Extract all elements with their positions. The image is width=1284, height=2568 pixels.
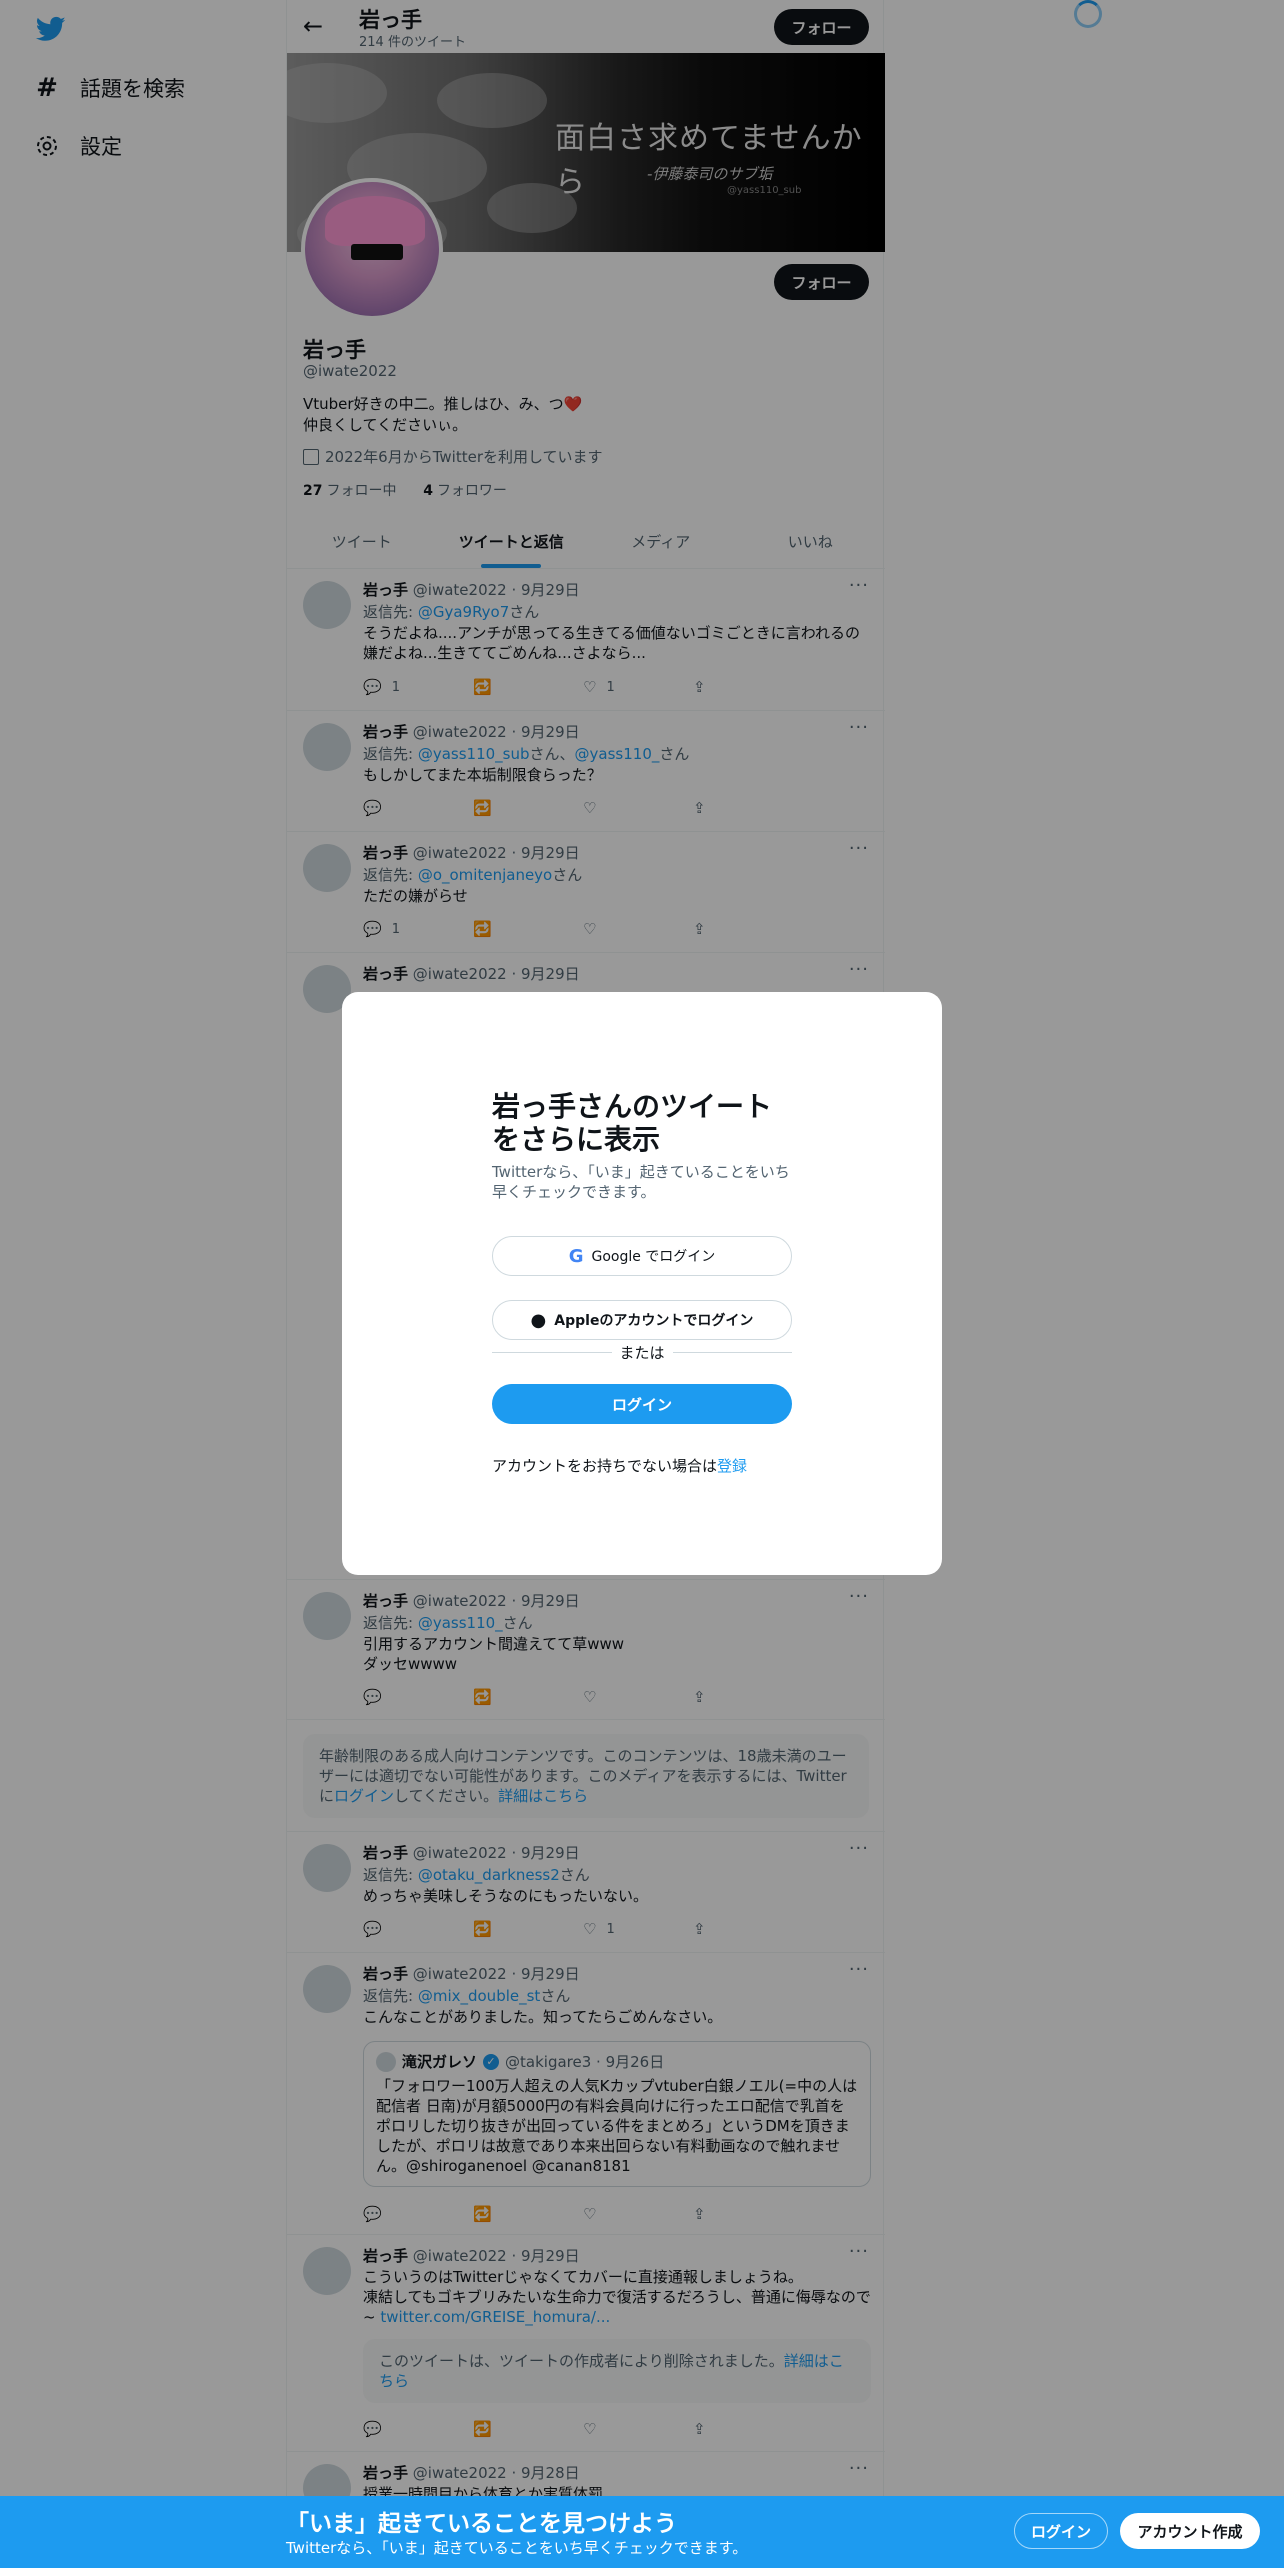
bottom-signup-bar: 「いま」起きていることを見つけよう Twitterなら、「いま」起きていることを… [0, 2496, 1284, 2568]
bottom-bar-title: 「いま」起きていることを見つけよう [286, 2511, 677, 2537]
or-divider: または [492, 1342, 793, 1363]
apple-icon: ● [530, 1309, 547, 1331]
signup-link[interactable]: 登録 [717, 1457, 747, 1475]
bottom-signup-button[interactable]: アカウント作成 [1120, 2513, 1260, 2549]
google-login-button[interactable]: G Google でログイン [492, 1236, 792, 1276]
bottom-login-button[interactable]: ログイン [1014, 2513, 1108, 2549]
login-prompt-modal: 岩っ手さんのツイートをさらに表示 Twitterなら、「いま」起きていることをい… [342, 992, 942, 1575]
signup-prompt: アカウントをお持ちでない場合は登録 [492, 1457, 748, 1475]
google-icon: G [568, 1245, 584, 1267]
modal-login-button[interactable]: ログイン [492, 1384, 792, 1424]
apple-login-button[interactable]: ● Appleのアカウントでログイン [492, 1300, 792, 1340]
modal-title: 岩っ手さんのツイートをさらに表示 [492, 1090, 773, 1156]
bottom-bar-subtitle: Twitterなら、「いま」起きていることをいち早くチェックできます。 [286, 2539, 748, 2557]
modal-subtitle: Twitterなら、「いま」起きていることをいち早くチェックできます。 [492, 1163, 790, 1201]
